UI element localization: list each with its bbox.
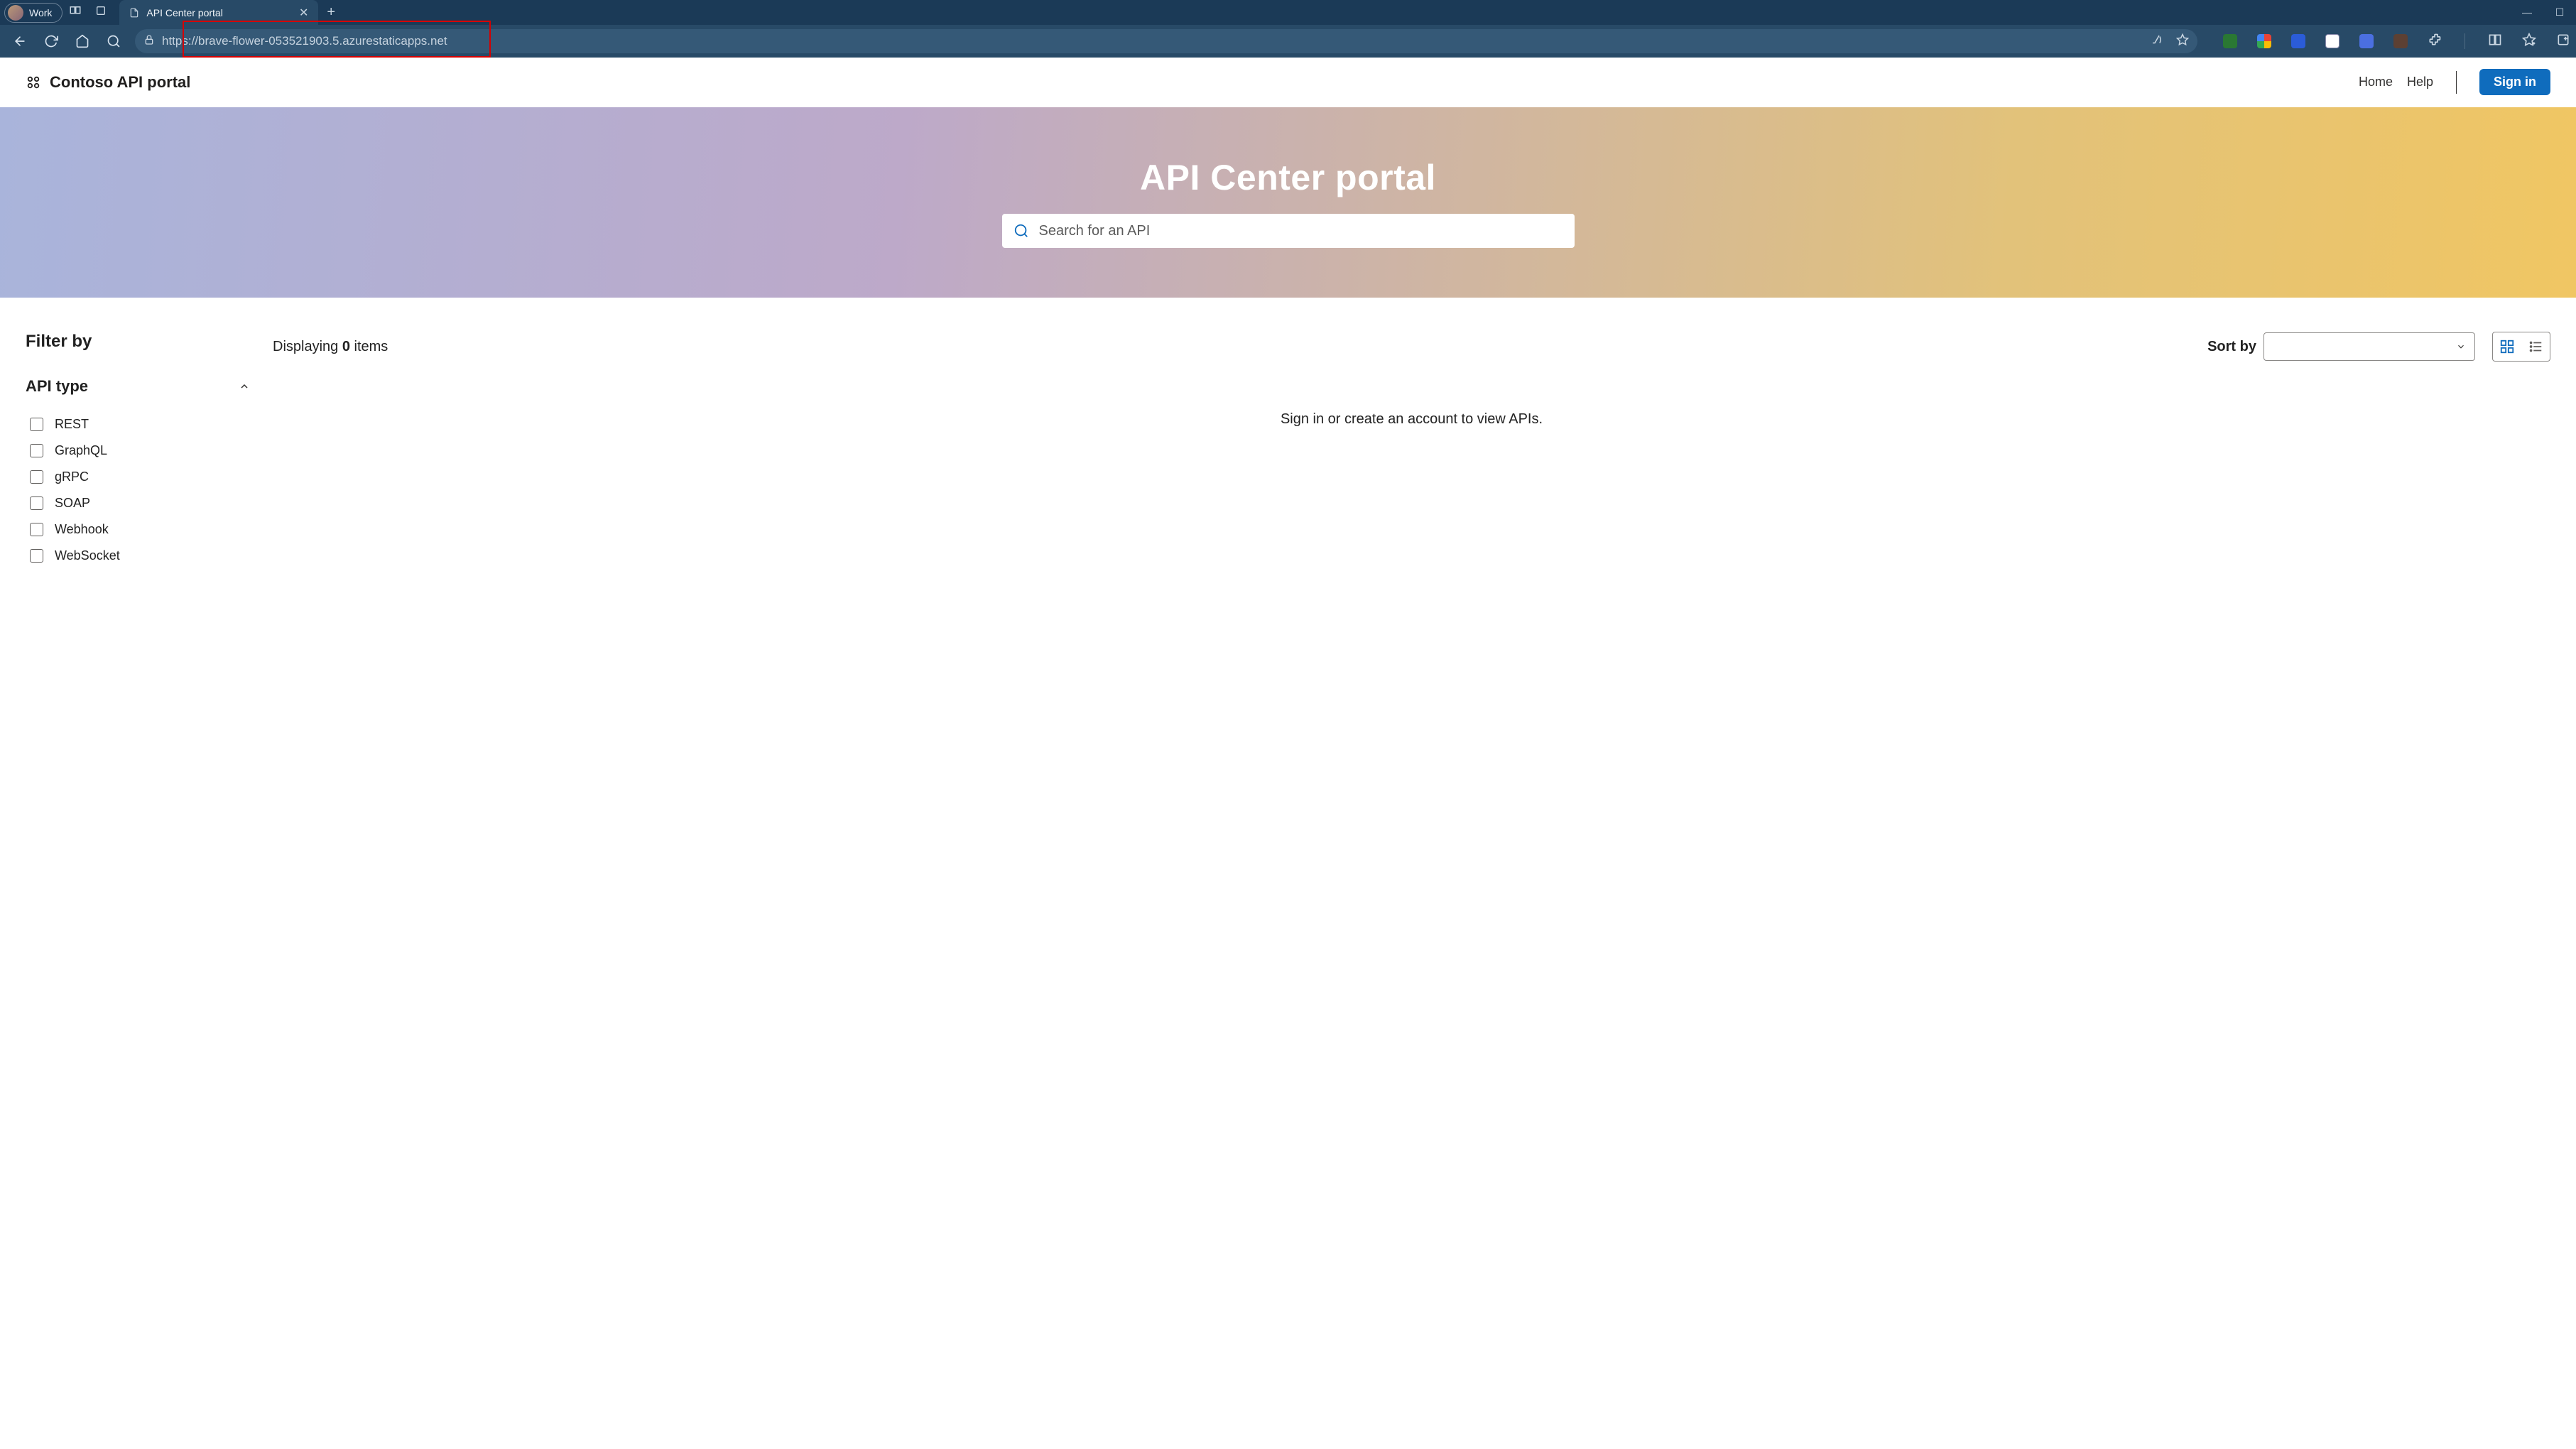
workspaces-icon[interactable] xyxy=(63,4,88,21)
profile-label: Work xyxy=(29,7,52,18)
view-toggle xyxy=(2492,332,2550,362)
grid-icon xyxy=(2499,339,2515,354)
read-aloud-icon[interactable] xyxy=(2151,33,2163,50)
filter-option-label: REST xyxy=(55,417,89,432)
brand[interactable]: Contoso API portal xyxy=(26,73,190,92)
filter-option[interactable]: WebSocket xyxy=(26,543,250,569)
result-count-text: Displaying 0 items xyxy=(273,339,388,355)
filters-panel: Filter by API type REST GraphQL gRPC SOAP We… xyxy=(26,332,250,569)
filter-option-label: SOAP xyxy=(55,496,90,511)
checkbox[interactable] xyxy=(30,444,43,457)
filter-group-toggle[interactable]: API type xyxy=(26,377,250,396)
nav-separator xyxy=(2456,71,2457,94)
favorite-icon[interactable] xyxy=(2176,33,2189,50)
chevron-down-icon xyxy=(2456,342,2466,352)
hero: API Center portal xyxy=(0,107,2576,298)
browser-tab-active[interactable]: API Center portal ✕ xyxy=(119,0,318,25)
empty-message: Sign in or create an account to view API… xyxy=(273,411,2550,428)
hero-search[interactable] xyxy=(1002,214,1575,248)
extension-icon[interactable] xyxy=(2393,34,2408,48)
nav-home-link[interactable]: Home xyxy=(2359,75,2393,89)
extension-icon[interactable] xyxy=(2223,34,2237,48)
window-minimize[interactable]: — xyxy=(2511,6,2543,18)
sort-select[interactable] xyxy=(2263,332,2475,361)
results-panel: Displaying 0 items Sort by Sign in or cr… xyxy=(273,332,2550,569)
address-bar[interactable]: https://brave-flower-053521903.5.azurest… xyxy=(135,29,2197,53)
extension-icon[interactable] xyxy=(2257,34,2271,48)
brand-icon xyxy=(26,75,41,90)
signin-button[interactable]: Sign in xyxy=(2479,69,2550,95)
lock-icon xyxy=(143,34,155,49)
nav-home-button[interactable] xyxy=(68,27,97,55)
filter-option[interactable]: gRPC xyxy=(26,464,250,490)
page-icon xyxy=(129,8,139,18)
filter-option-label: WebSocket xyxy=(55,548,120,563)
profile-switcher[interactable]: Work xyxy=(4,3,63,23)
header-nav: Home Help Sign in xyxy=(2359,69,2550,95)
collections-icon[interactable] xyxy=(2556,33,2570,50)
tab-title: API Center portal xyxy=(146,7,222,18)
extensions-menu-icon[interactable] xyxy=(2428,33,2442,50)
checkbox[interactable] xyxy=(30,470,43,484)
hero-title: API Center portal xyxy=(1140,157,1436,198)
search-icon xyxy=(1013,223,1029,239)
toolbar-separator xyxy=(2464,33,2465,49)
filter-option-label: Webhook xyxy=(55,522,109,537)
checkbox[interactable] xyxy=(30,549,43,563)
extension-icon[interactable] xyxy=(2291,34,2305,48)
filter-option[interactable]: GraphQL xyxy=(26,438,250,464)
nav-refresh-button[interactable] xyxy=(37,27,65,55)
list-view-button[interactable] xyxy=(2521,332,2550,361)
nav-help-link[interactable]: Help xyxy=(2407,75,2433,89)
filter-option[interactable]: Webhook xyxy=(26,516,250,543)
filter-group-title: API type xyxy=(26,377,88,396)
sort-label: Sort by xyxy=(2207,339,2256,355)
filters-heading: Filter by xyxy=(26,332,250,352)
url-text: https://brave-flower-053521903.5.azurest… xyxy=(162,34,447,48)
extension-icon[interactable] xyxy=(2359,34,2374,48)
checkbox[interactable] xyxy=(30,496,43,510)
checkbox[interactable] xyxy=(30,523,43,536)
list-icon xyxy=(2528,339,2543,354)
filter-option-label: gRPC xyxy=(55,470,89,484)
nav-search-button[interactable] xyxy=(99,27,128,55)
grid-view-button[interactable] xyxy=(2493,332,2521,361)
split-screen-icon[interactable] xyxy=(2488,33,2502,50)
brand-text: Contoso API portal xyxy=(50,73,190,92)
site-header: Contoso API portal Home Help Sign in xyxy=(0,58,2576,107)
browser-titlebar: Work API Center portal ✕ + — ☐ xyxy=(0,0,2576,25)
tab-actions-icon[interactable] xyxy=(88,5,114,20)
checkbox[interactable] xyxy=(30,418,43,431)
filter-option[interactable]: REST xyxy=(26,411,250,438)
browser-toolbar: https://brave-flower-053521903.5.azurest… xyxy=(0,25,2576,58)
search-input[interactable] xyxy=(1039,223,1563,239)
avatar xyxy=(8,5,23,21)
new-tab-button[interactable]: + xyxy=(327,4,335,21)
filter-option-label: GraphQL xyxy=(55,443,107,458)
chevron-up-icon xyxy=(239,381,250,392)
close-tab-icon[interactable]: ✕ xyxy=(299,6,308,20)
favorites-icon[interactable] xyxy=(2522,33,2536,50)
extension-icon[interactable] xyxy=(2325,34,2339,48)
window-maximize[interactable]: ☐ xyxy=(2543,6,2576,18)
extensions-strip xyxy=(2205,33,2570,50)
filter-option[interactable]: SOAP xyxy=(26,490,250,516)
nav-back-button[interactable] xyxy=(6,27,34,55)
